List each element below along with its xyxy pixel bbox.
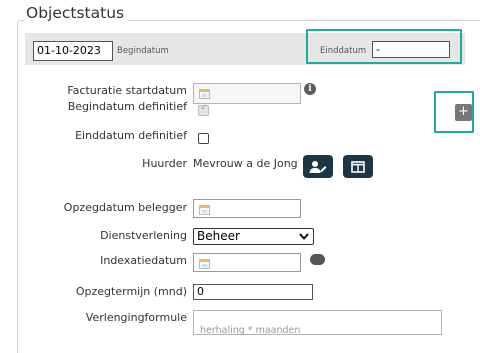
indexatiedatum-input[interactable] [193, 253, 301, 272]
begindatum-definitief-checkbox [198, 103, 209, 116]
opzegdatum-belegger-input[interactable] [193, 199, 301, 218]
opzegdatum-belegger-label: Opzegdatum belegger [63, 201, 187, 214]
plus-icon: + [458, 104, 469, 119]
objectstatus-panel [17, 20, 480, 353]
calendar-icon [199, 89, 210, 99]
verlengingformule-input[interactable]: herhaling * maanden [193, 310, 442, 336]
huurder-label: Huurder [142, 157, 187, 170]
dienstverlening-select[interactable]: Beheer [193, 228, 314, 245]
begindatum-definitief-label: Begindatum definitief [67, 100, 187, 113]
window-icon [351, 160, 365, 173]
einddatum-input[interactable]: - [372, 41, 450, 58]
indexatie-toggle[interactable] [310, 254, 325, 265]
user-edit-icon [309, 160, 327, 173]
begindatum-input[interactable]: 01-10-2023 [33, 41, 113, 61]
begindatum-label: Begindatum [117, 46, 169, 56]
facturatie-label: Facturatie startdatum [67, 84, 187, 97]
chevron-down-icon [299, 233, 309, 240]
add-button[interactable]: + [455, 104, 472, 121]
indexatiedatum-label: Indexatiedatum [100, 254, 187, 267]
info-icon[interactable]: i [304, 83, 316, 95]
calendar-icon [199, 259, 210, 269]
edit-tenant-button[interactable] [303, 155, 333, 178]
einddatum-label: Einddatum [320, 46, 367, 56]
layout-button[interactable] [343, 155, 373, 178]
einddatum-definitief-checkbox[interactable] [198, 133, 209, 144]
dienstverlening-label: Dienstverlening [100, 229, 187, 242]
opzegtermijn-input[interactable]: 0 [193, 284, 313, 300]
einddatum-definitief-label: Einddatum definitief [75, 129, 187, 142]
calendar-icon [199, 205, 210, 215]
opzegtermijn-label: Opzegtermijn (mnd) [75, 285, 187, 298]
dienstverlening-value: Beheer [197, 229, 240, 243]
section-title: Objectstatus [24, 4, 129, 22]
verlengingformule-label: Verlengingformule [85, 311, 187, 324]
facturatie-startdatum-input [193, 83, 301, 104]
huurder-value: Mevrouw a de Jong [193, 157, 298, 170]
verlengingformule-placeholder: herhaling * maanden [200, 325, 301, 336]
